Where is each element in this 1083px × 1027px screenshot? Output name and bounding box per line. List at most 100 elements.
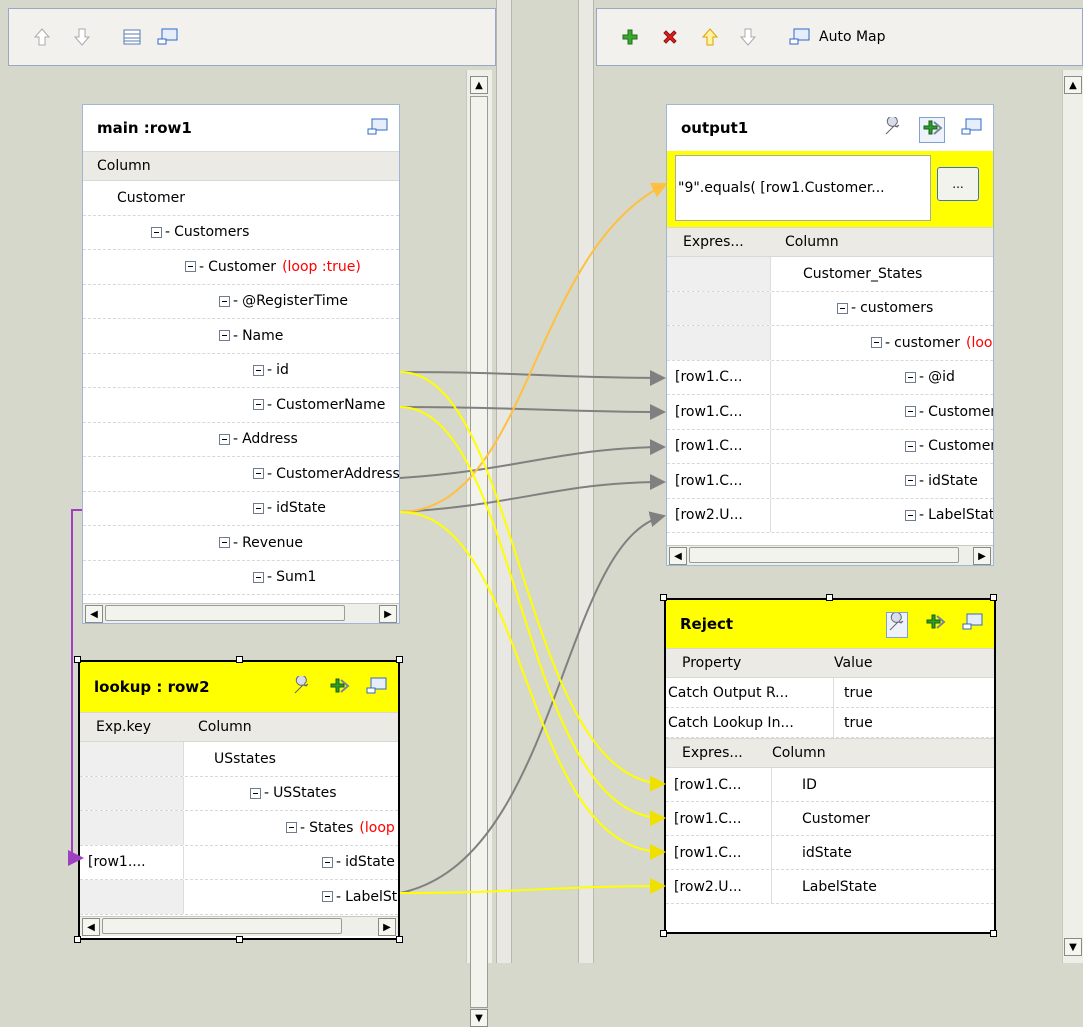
- add-column-icon[interactable]: [328, 676, 350, 700]
- expression-cell[interactable]: [row1.C...: [667, 464, 771, 498]
- resize-handle[interactable]: [990, 594, 997, 601]
- wrench-icon[interactable]: [883, 115, 903, 143]
- resize-handle[interactable]: [236, 656, 243, 663]
- resize-handle[interactable]: [396, 656, 403, 663]
- expression-cell[interactable]: [667, 257, 771, 291]
- collapse-icon[interactable]: [871, 337, 882, 349]
- tree-row[interactable]: [row1.C... -CustomerA: [667, 429, 993, 464]
- table-icon[interactable]: [119, 24, 145, 50]
- scroll-up-button[interactable]: ▲: [470, 76, 488, 94]
- tree-row[interactable]: - CustomerAddress: [83, 457, 399, 492]
- collapse-icon[interactable]: [253, 399, 264, 411]
- tree-row[interactable]: - Name: [83, 319, 399, 354]
- tree-row[interactable]: - Customers: [83, 216, 399, 250]
- add-icon[interactable]: [617, 24, 643, 50]
- auto-map-button[interactable]: Auto Map: [819, 29, 886, 45]
- resize-handle[interactable]: [236, 936, 243, 943]
- delete-icon[interactable]: [657, 24, 683, 50]
- wrench-icon[interactable]: [886, 611, 908, 638]
- collapse-icon[interactable]: [905, 440, 916, 452]
- scroll-up-button[interactable]: ▲: [1064, 76, 1082, 94]
- collapse-icon[interactable]: [322, 891, 333, 903]
- expression-cell[interactable]: [row2.U...: [667, 498, 771, 532]
- property-row[interactable]: Catch Output R... true: [666, 678, 994, 708]
- expression-cell[interactable]: [667, 291, 771, 325]
- scroll-thumb[interactable]: [105, 605, 345, 621]
- resize-handle[interactable]: [990, 930, 997, 937]
- expression-cell[interactable]: [80, 776, 184, 810]
- add-column-icon[interactable]: [924, 612, 946, 638]
- scroll-left-button[interactable]: ◀: [82, 918, 100, 936]
- resize-handle[interactable]: [660, 594, 667, 601]
- collapse-icon[interactable]: [219, 330, 230, 342]
- tree-row[interactable]: Customer: [83, 181, 399, 216]
- expression-cell[interactable]: [667, 326, 771, 360]
- tree-row[interactable]: [row1.C... - @id: [667, 360, 993, 395]
- reject-row[interactable]: [row1.C... ID: [666, 768, 994, 802]
- expression-cell[interactable]: [row1.C...: [666, 836, 772, 869]
- resize-handle[interactable]: [396, 936, 403, 943]
- minimize-icon[interactable]: [155, 24, 181, 50]
- collapse-icon[interactable]: [219, 537, 230, 549]
- expression-cell[interactable]: [row1.C...: [667, 429, 771, 463]
- scroll-thumb[interactable]: [102, 918, 342, 934]
- minimize-icon[interactable]: [787, 24, 813, 50]
- expression-cell[interactable]: [row2.U...: [666, 870, 772, 903]
- expression-cell[interactable]: [80, 742, 184, 776]
- tree-row[interactable]: - idState: [83, 492, 399, 526]
- tree-row[interactable]: - Sum1: [83, 561, 399, 595]
- horizontal-scrollbar[interactable]: ◀ ▶: [80, 916, 398, 936]
- expression-cell[interactable]: [80, 811, 184, 845]
- move-down-icon[interactable]: [69, 24, 95, 50]
- collapse-icon[interactable]: [837, 302, 848, 314]
- reject-row[interactable]: [row1.C... Customer: [666, 802, 994, 836]
- collapse-icon[interactable]: [905, 406, 916, 418]
- tree-row[interactable]: [row2.U... -LabelState: [667, 498, 993, 533]
- collapse-icon[interactable]: [253, 502, 264, 514]
- tree-row[interactable]: [row1.... - idState: [80, 845, 398, 880]
- scroll-down-button[interactable]: ▼: [1064, 938, 1082, 956]
- tree-row[interactable]: - Customer (loop :true): [83, 250, 399, 285]
- tree-row[interactable]: - States (loop: [80, 811, 398, 846]
- horizontal-scrollbar[interactable]: ◀ ▶: [667, 545, 993, 565]
- minimize-icon[interactable]: [367, 117, 389, 141]
- collapse-icon[interactable]: [322, 856, 333, 868]
- tree-row[interactable]: - customers: [667, 291, 993, 326]
- scroll-left-button[interactable]: ◀: [669, 547, 687, 565]
- move-up-icon[interactable]: [697, 24, 723, 50]
- collapse-icon[interactable]: [905, 509, 916, 521]
- tree-row[interactable]: - @RegisterTime: [83, 285, 399, 319]
- expression-cell[interactable]: [80, 880, 184, 914]
- expression-cell[interactable]: [row1.C...: [667, 395, 771, 429]
- collapse-icon[interactable]: [219, 433, 230, 445]
- scroll-right-button[interactable]: ▶: [973, 547, 991, 565]
- horizontal-scrollbar[interactable]: ◀ ▶: [83, 603, 399, 623]
- tree-row[interactable]: - Revenue: [83, 526, 399, 561]
- tree-row[interactable]: [row1.C... - idState: [667, 464, 993, 499]
- right-vertical-scrollbar[interactable]: ▲ ▼: [1062, 70, 1083, 963]
- scroll-down-button[interactable]: ▼: [470, 1009, 488, 1027]
- resize-handle[interactable]: [826, 594, 833, 601]
- collapse-icon[interactable]: [905, 475, 916, 487]
- move-up-icon[interactable]: [29, 24, 55, 50]
- tree-row[interactable]: - Address: [83, 423, 399, 457]
- expression-cell[interactable]: [row1.C...: [666, 802, 772, 835]
- collapse-icon[interactable]: [253, 468, 264, 480]
- minimize-icon[interactable]: [366, 676, 388, 700]
- tree-row[interactable]: - USStates: [80, 776, 398, 811]
- resize-handle[interactable]: [660, 930, 667, 937]
- scroll-right-button[interactable]: ▶: [378, 918, 396, 936]
- collapse-icon[interactable]: [250, 787, 261, 799]
- move-down-icon[interactable]: [735, 24, 761, 50]
- filter-expression-button[interactable]: ...: [937, 167, 979, 201]
- expression-cell[interactable]: [row1.C...: [666, 768, 772, 801]
- collapse-icon[interactable]: [905, 371, 916, 383]
- wrench-icon[interactable]: [292, 674, 312, 700]
- tree-row[interactable]: -LabelStat: [80, 880, 398, 915]
- splitter-left[interactable]: [496, 0, 512, 963]
- minimize-icon[interactable]: [962, 612, 984, 638]
- resize-handle[interactable]: [74, 656, 81, 663]
- reject-row[interactable]: [row1.C... idState: [666, 836, 994, 870]
- scroll-right-button[interactable]: ▶: [379, 605, 397, 623]
- collapse-icon[interactable]: [286, 822, 297, 834]
